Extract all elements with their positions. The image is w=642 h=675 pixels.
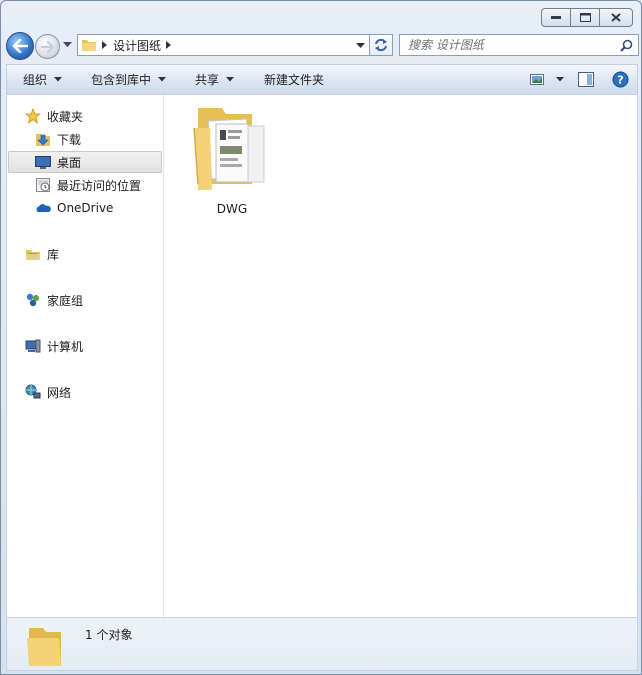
desktop-icon — [35, 154, 51, 170]
folder-icon — [27, 628, 61, 666]
nav-libraries-label: 库 — [47, 247, 60, 262]
svg-text:?: ? — [617, 74, 623, 87]
preview-pane-button[interactable] — [573, 68, 599, 92]
star-icon — [25, 108, 41, 124]
address-dropdown-icon[interactable] — [356, 43, 365, 49]
search-box[interactable] — [399, 34, 639, 56]
nav-computer-label: 计算机 — [47, 339, 84, 354]
breadcrumb-separator-icon — [102, 41, 107, 49]
forward-button[interactable] — [35, 34, 60, 59]
nav-computer[interactable]: 计算机 — [25, 335, 83, 357]
organize-label: 组织 — [23, 73, 48, 87]
forward-arrow-icon — [40, 40, 54, 53]
help-button[interactable]: ? — [607, 68, 633, 92]
new-folder-label: 新建文件夹 — [264, 73, 325, 87]
explorer-window: 设计图纸 组织 包含到库中 — [0, 0, 642, 675]
organize-menu[interactable]: 组织 — [7, 65, 71, 94]
back-button[interactable] — [6, 32, 34, 60]
nav-item-label: 桌面 — [57, 155, 82, 170]
item-count: 1 个对象 — [85, 628, 133, 642]
details-pane: 1 个对象 — [6, 617, 638, 671]
back-arrow-icon — [12, 39, 28, 53]
content-area: 收藏夹 下载 桌面 最近访问的位置 OneDrive 库 家庭组 计算机 网络 … — [6, 95, 638, 617]
library-icon — [25, 246, 41, 262]
chevron-down-icon — [226, 77, 235, 82]
close-button[interactable] — [599, 8, 633, 27]
breadcrumb-item[interactable]: 设计图纸 — [113, 37, 161, 54]
nav-favorites[interactable]: 收藏夹 — [25, 105, 83, 127]
navigation-row: 设计图纸 — [6, 31, 639, 60]
breadcrumb-separator-icon[interactable] — [166, 41, 172, 49]
maximize-icon — [579, 13, 591, 22]
maximize-button[interactable] — [570, 8, 600, 27]
caption-buttons — [541, 8, 633, 27]
address-bar[interactable]: 设计图纸 — [77, 34, 370, 56]
change-view-button[interactable] — [529, 68, 565, 92]
nav-item-label: 最近访问的位置 — [57, 178, 142, 193]
nav-homegroup-label: 家庭组 — [47, 293, 84, 308]
nav-item-downloads[interactable]: 下载 — [35, 128, 81, 150]
network-icon — [25, 384, 41, 400]
nav-network[interactable]: 网络 — [25, 381, 71, 403]
chevron-down-icon — [556, 77, 564, 82]
search-input[interactable] — [408, 38, 608, 52]
include-in-library-menu[interactable]: 包含到库中 — [71, 65, 175, 94]
nav-network-label: 网络 — [47, 385, 72, 400]
nav-favorites-label: 收藏夹 — [47, 109, 84, 124]
homegroup-icon — [25, 292, 41, 308]
new-folder-button[interactable]: 新建文件夹 — [243, 65, 333, 94]
preview-pane-icon — [578, 72, 594, 87]
recent-places-icon — [35, 177, 51, 193]
minimize-button[interactable] — [541, 8, 571, 27]
nav-item-onedrive[interactable]: OneDrive — [35, 197, 113, 219]
refresh-button[interactable] — [369, 34, 393, 56]
view-controls: ? — [521, 65, 633, 94]
share-menu[interactable]: 共享 — [175, 65, 243, 94]
help-icon: ? — [612, 71, 628, 88]
nav-item-label: OneDrive — [57, 201, 114, 215]
recent-pages-dropdown-icon[interactable] — [63, 42, 72, 48]
refresh-icon — [375, 38, 387, 52]
onedrive-icon — [35, 200, 51, 216]
nav-item-desktop[interactable]: 桌面 — [35, 151, 81, 173]
nav-item-recent-places[interactable]: 最近访问的位置 — [35, 174, 141, 196]
folder-icon — [82, 40, 96, 51]
close-icon — [611, 13, 621, 22]
nav-item-label: 下载 — [57, 132, 82, 147]
file-list: DWG — [164, 95, 638, 617]
computer-icon — [25, 338, 41, 354]
nav-homegroup[interactable]: 家庭组 — [25, 289, 83, 311]
search-icon[interactable] — [620, 39, 633, 52]
include-in-library-label: 包含到库中 — [91, 73, 152, 87]
share-label: 共享 — [195, 73, 220, 87]
chevron-down-icon — [54, 77, 63, 82]
selection-highlight — [8, 151, 162, 173]
folder-icon — [193, 108, 265, 190]
download-folder-icon — [35, 131, 51, 147]
minimize-icon — [551, 15, 561, 19]
nav-libraries[interactable]: 库 — [25, 243, 59, 265]
chevron-down-icon — [158, 77, 167, 82]
folder-item[interactable]: DWG — [186, 100, 278, 218]
navigation-pane: 收藏夹 下载 桌面 最近访问的位置 OneDrive 库 家庭组 计算机 网络 — [7, 95, 164, 617]
folder-name: DWG — [216, 202, 248, 216]
view-icon — [530, 74, 544, 85]
command-bar: 组织 包含到库中 共享 新建文件夹 ? — [6, 64, 638, 95]
